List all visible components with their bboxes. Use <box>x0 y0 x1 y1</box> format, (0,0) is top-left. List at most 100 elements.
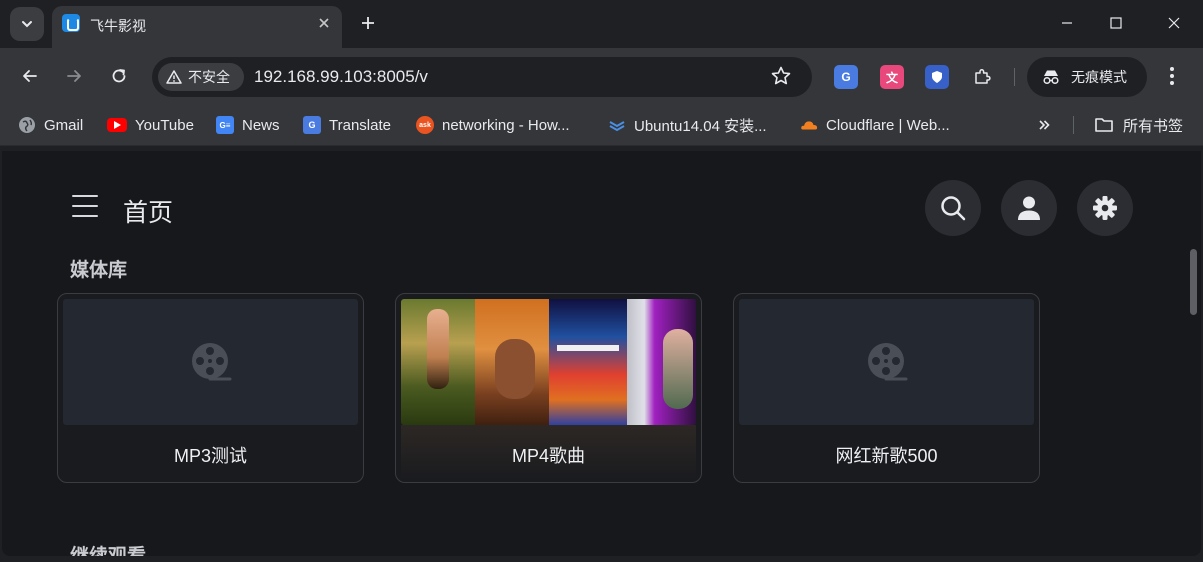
bookmark-ubuntu[interactable]: Ubuntu14.04 安装... <box>608 115 767 135</box>
video-frame <box>627 299 696 425</box>
plus-icon <box>362 17 374 29</box>
bookmark-star-button[interactable] <box>770 65 794 89</box>
film-reel-icon <box>191 343 231 381</box>
bookmarks-divider <box>1073 116 1074 134</box>
video-mosaic-thumbnail <box>401 299 696 425</box>
active-tab[interactable]: 飞牛影视 <box>52 6 342 48</box>
page-viewport: 首页 媒体库 MP3测试 MP4歌曲 网红新歌500 <box>2 151 1201 556</box>
double-chevron-right-icon <box>1039 120 1050 130</box>
continue-watching-heading: 继续观看 <box>70 541 146 556</box>
hamburger-menu-button[interactable] <box>72 195 98 217</box>
bookmark-translate[interactable]: G Translate <box>303 115 391 135</box>
close-icon <box>319 18 329 28</box>
bookmark-label: YouTube <box>135 116 194 134</box>
globe-icon <box>18 116 36 134</box>
bookmarks-bar: Gmail YouTube G≡ News G Translate ask ne… <box>0 104 1203 146</box>
back-button[interactable] <box>16 62 44 90</box>
search-icon <box>941 196 966 221</box>
incognito-indicator[interactable]: 无痕模式 <box>1027 57 1147 97</box>
library-thumbnail <box>739 299 1034 425</box>
reload-icon <box>112 69 126 83</box>
tab-strip: 飞牛影视 <box>0 0 1203 48</box>
film-reel-icon <box>867 343 907 381</box>
bookmark-youtube[interactable]: YouTube <box>107 115 194 135</box>
minimize-button[interactable] <box>1052 8 1082 38</box>
video-frame <box>401 299 475 425</box>
language-extension[interactable]: 文 <box>880 65 904 89</box>
google-news-icon: G≡ <box>216 116 234 134</box>
puzzle-icon <box>975 68 991 84</box>
search-button[interactable] <box>925 180 981 236</box>
library-card-mp4[interactable]: MP4歌曲 <box>395 293 702 483</box>
chevron-down-icon <box>22 21 32 28</box>
gear-icon <box>1093 196 1117 220</box>
url-text[interactable]: 192.168.99.103:8005/v <box>254 67 428 87</box>
toolbar-divider <box>1014 68 1015 86</box>
layers-icon <box>608 116 626 134</box>
close-icon <box>1168 17 1180 29</box>
library-name: MP4歌曲 <box>511 446 585 466</box>
more-bookmarks-button[interactable] <box>1036 115 1052 135</box>
bookmark-label: Ubuntu14.04 安装... <box>634 117 767 135</box>
shield-icon <box>932 71 942 83</box>
google-translate-extension[interactable]: G <box>834 65 858 89</box>
page-title: 首页 <box>123 199 174 227</box>
bookmark-gmail[interactable]: Gmail <box>18 115 83 135</box>
bookmark-label: Gmail <box>44 116 84 134</box>
bookmark-cloudflare[interactable]: Cloudflare | Web... <box>800 115 950 135</box>
bookmark-label: networking - How... <box>442 116 570 134</box>
minimize-icon <box>1062 22 1072 24</box>
library-name: 网红新歌500 <box>835 446 938 466</box>
cloudflare-icon <box>800 116 818 134</box>
video-frame <box>549 299 627 425</box>
reload-button[interactable] <box>105 62 133 90</box>
star-icon <box>771 66 791 85</box>
google-translate-icon: G <box>303 116 321 134</box>
security-indicator[interactable]: 不安全 <box>158 63 244 91</box>
maximize-icon <box>1110 17 1122 29</box>
menu-icon <box>72 195 98 197</box>
arrow-left-icon <box>23 70 37 82</box>
folder-icon <box>1095 118 1113 132</box>
askubuntu-icon: ask <box>416 116 434 134</box>
bookmark-networking[interactable]: ask networking - How... <box>416 115 570 135</box>
library-card-wanghong[interactable]: 网红新歌500 <box>733 293 1040 483</box>
new-tab-button[interactable] <box>356 11 380 35</box>
google-translate-icon: G <box>841 70 851 84</box>
shield-extension[interactable] <box>925 65 949 89</box>
tab-close-button[interactable] <box>314 13 334 33</box>
bookmark-label: Cloudflare | Web... <box>826 116 950 134</box>
maximize-button[interactable] <box>1101 8 1131 38</box>
forward-button[interactable] <box>60 62 88 90</box>
incognito-icon <box>1043 70 1059 85</box>
user-button[interactable] <box>1001 180 1057 236</box>
youtube-icon <box>107 118 127 132</box>
tab-title: 飞牛影视 <box>90 18 146 34</box>
page-scrollbar[interactable] <box>1190 249 1197 315</box>
media-library-heading: 媒体库 <box>70 260 128 281</box>
close-window-button[interactable] <box>1159 8 1189 38</box>
security-label: 不安全 <box>188 69 230 85</box>
library-card-mp3[interactable]: MP3测试 <box>57 293 364 483</box>
library-thumbnail <box>401 299 696 425</box>
bookmark-label: 所有书签 <box>1123 117 1184 135</box>
incognito-label: 无痕模式 <box>1071 69 1127 85</box>
arrow-right-icon <box>67 70 81 82</box>
browser-toolbar: 不安全 192.168.99.103:8005/v G 文 无痕模式 <box>0 48 1203 104</box>
address-bar[interactable]: 不安全 192.168.99.103:8005/v <box>152 57 812 97</box>
library-name: MP3测试 <box>173 446 247 466</box>
tab-search-button[interactable] <box>10 7 44 41</box>
warning-icon <box>166 70 182 84</box>
bookmark-news[interactable]: G≡ News <box>216 115 280 135</box>
bookmark-label: Translate <box>329 116 391 134</box>
all-bookmarks-button[interactable]: 所有书签 <box>1094 115 1183 135</box>
bookmark-label: News <box>242 116 280 134</box>
browser-menu-button[interactable] <box>1160 64 1184 88</box>
app-favicon-icon <box>62 14 80 32</box>
more-vertical-icon <box>1170 67 1174 71</box>
extensions-button[interactable] <box>970 65 994 89</box>
settings-button[interactable] <box>1077 180 1133 236</box>
video-frame <box>475 299 549 425</box>
browser-window: 飞牛影视 不安全 192.168.99.103:8005/v G 文 无痕模式 … <box>0 0 1203 562</box>
user-icon <box>1018 196 1040 220</box>
